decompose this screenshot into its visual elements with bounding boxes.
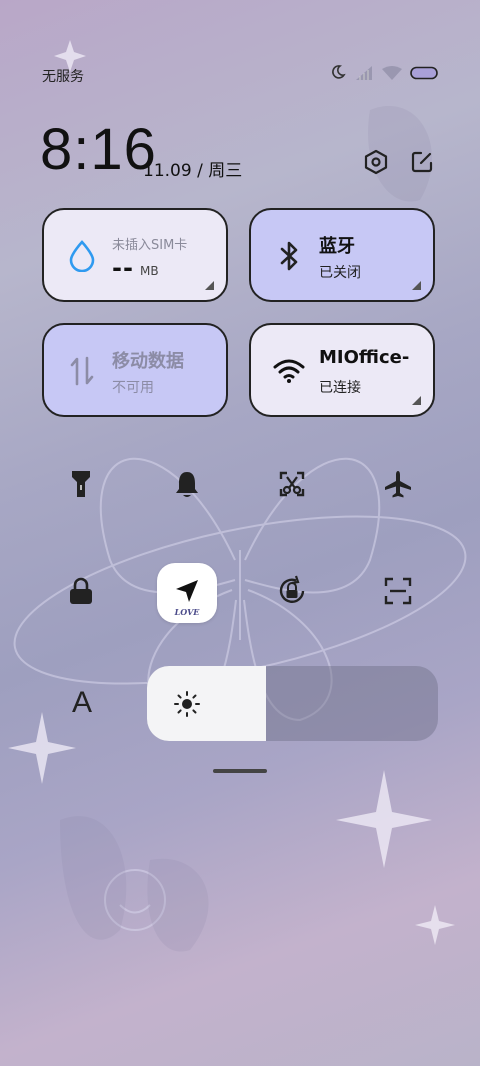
bluetooth-status: 已关闭 [319, 265, 361, 281]
rotation-lock-toggle[interactable] [262, 563, 322, 623]
data-usage-tile[interactable]: 未插入SIM卡 -- MB [42, 208, 228, 302]
water-drop-icon [66, 240, 98, 272]
signal-icon [354, 65, 374, 84]
expand-corner-icon [412, 396, 421, 405]
updown-arrows-icon [66, 355, 98, 387]
clock-time: 8:16 [40, 117, 157, 182]
bluetooth-icon [273, 240, 305, 272]
settings-button[interactable] [360, 148, 392, 180]
date-text: 11.09 / 周三 [143, 161, 243, 181]
wifi-status: 已连接 [319, 380, 361, 396]
bell-icon [173, 469, 201, 503]
brightness-slider[interactable] [147, 666, 438, 741]
screenshot-toggle[interactable] [262, 456, 322, 516]
flashlight-icon [71, 469, 91, 503]
data-usage-value: -- [112, 254, 134, 282]
lock-screen-toggle[interactable] [51, 563, 111, 623]
edit-icon [409, 149, 435, 179]
font-size-button[interactable]: A [62, 683, 102, 723]
airplane-toggle[interactable] [368, 456, 428, 516]
location-toggle[interactable]: LOVE [157, 563, 217, 623]
mobile-data-status: 不可用 [112, 380, 154, 396]
airplane-icon [383, 469, 413, 503]
data-usage-unit: MB [140, 264, 159, 278]
bluetooth-title: 蓝牙 [319, 236, 355, 257]
battery-icon [410, 65, 438, 84]
bluetooth-tile[interactable]: 蓝牙 已关闭 [249, 208, 435, 302]
location-icon [173, 577, 201, 609]
screenshot-scissor-icon [278, 470, 306, 502]
carrier-text: 无服务 [42, 69, 84, 85]
wifi-network-name: MIOffice- [319, 347, 410, 368]
moon-icon [330, 64, 346, 84]
sim-status-label: 未插入SIM卡 [112, 238, 188, 253]
mobile-data-tile[interactable]: 移动数据 不可用 [42, 323, 228, 417]
status-bar: 无服务 [42, 62, 438, 90]
panel-drag-handle[interactable] [213, 769, 267, 773]
wifi-icon [273, 355, 305, 387]
brightness-fill [147, 666, 267, 741]
scan-toggle[interactable] [368, 563, 428, 623]
location-badge-text: LOVE [174, 607, 200, 617]
settings-hexagon-icon [363, 149, 389, 179]
expand-corner-icon [412, 281, 421, 290]
sound-toggle[interactable] [157, 456, 217, 516]
wifi-tile[interactable]: MIOffice- 已连接 [249, 323, 435, 417]
expand-corner-icon [205, 281, 214, 290]
edit-button[interactable] [406, 148, 438, 180]
wifi-icon [382, 65, 402, 84]
flashlight-toggle[interactable] [51, 456, 111, 516]
rotation-lock-icon [276, 575, 308, 611]
lock-icon [68, 576, 94, 610]
scan-icon [384, 577, 412, 609]
mobile-data-title: 移动数据 [112, 351, 184, 372]
sun-icon [173, 690, 201, 718]
